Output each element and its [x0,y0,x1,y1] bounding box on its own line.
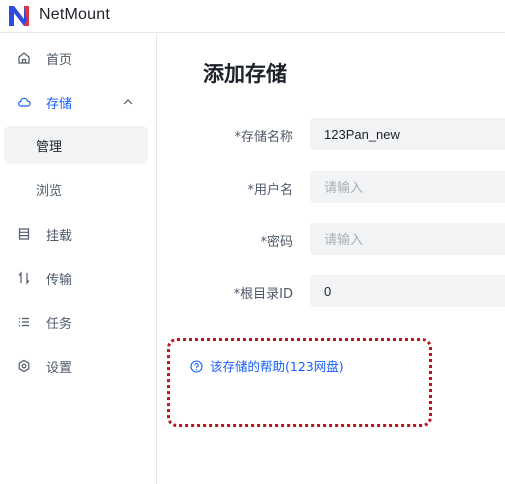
sidebar-item-label: 首页 [46,53,73,68]
form-row-storage-name: *存储名称 [158,118,505,152]
sidebar-item-transfer[interactable]: 传输 [0,258,157,298]
sidebar-item-tasks[interactable]: 任务 [0,302,157,342]
form-row-username: *用户名 [158,171,505,205]
sidebar-item-label: 挂载 [46,229,73,244]
password-label: *密码 [260,235,293,250]
transfer-icon [18,271,30,285]
question-circle-icon [190,360,203,373]
sidebar-item-settings[interactable]: 设置 [0,346,157,386]
form-row-password: *密码 [158,223,505,257]
storage-name-input[interactable] [310,118,505,150]
sidebar-item-label: 存储 [46,97,73,112]
netmount-logo [9,6,29,26]
list-icon [19,317,29,327]
sidebar-item-label: 设置 [46,361,73,376]
highlight-annotation [167,338,432,427]
root-id-label: *根目录ID [233,287,293,302]
sidebar-item-storage[interactable]: 存储 [0,82,157,122]
chevron-up-icon [123,99,133,105]
app-name: NetMount [39,6,110,23]
password-input[interactable] [310,223,505,255]
sidebar-subitem-browse[interactable]: 浏览 [4,170,148,208]
sidebar-subitem-manage[interactable]: 管理 [4,126,148,164]
sidebar-subitem-label: 浏览 [36,184,63,199]
storage-name-label: *存储名称 [234,130,293,145]
page-title: 添加存储 [203,62,287,86]
home-icon [18,52,30,64]
cloud-icon [18,97,31,107]
sidebar-item-label: 任务 [46,317,73,332]
username-label: *用户名 [247,183,293,198]
title-bar: NetMount [0,0,505,33]
sidebar-subitem-label: 管理 [36,140,63,155]
sidebar-item-home[interactable]: 首页 [0,38,157,78]
sidebar-item-mount[interactable]: 挂载 [0,214,157,254]
sidebar: 首页 存储 管理 浏览 挂载 传输 任务 设置 [0,34,157,484]
storage-help-link[interactable]: 该存储的帮助(123网盘) [190,356,344,375]
mount-icon [18,228,30,240]
username-input[interactable] [310,171,505,203]
main-content: 添加存储 *存储名称 *用户名 *密码 *根目录ID 该存储的帮助(123网盘) [158,34,505,484]
form-row-root-id: *根目录ID [158,275,505,309]
root-id-input[interactable] [310,275,505,307]
storage-help-link-label: 该存储的帮助(123网盘) [210,359,344,374]
sidebar-item-label: 传输 [46,273,73,288]
gear-icon [18,359,30,373]
